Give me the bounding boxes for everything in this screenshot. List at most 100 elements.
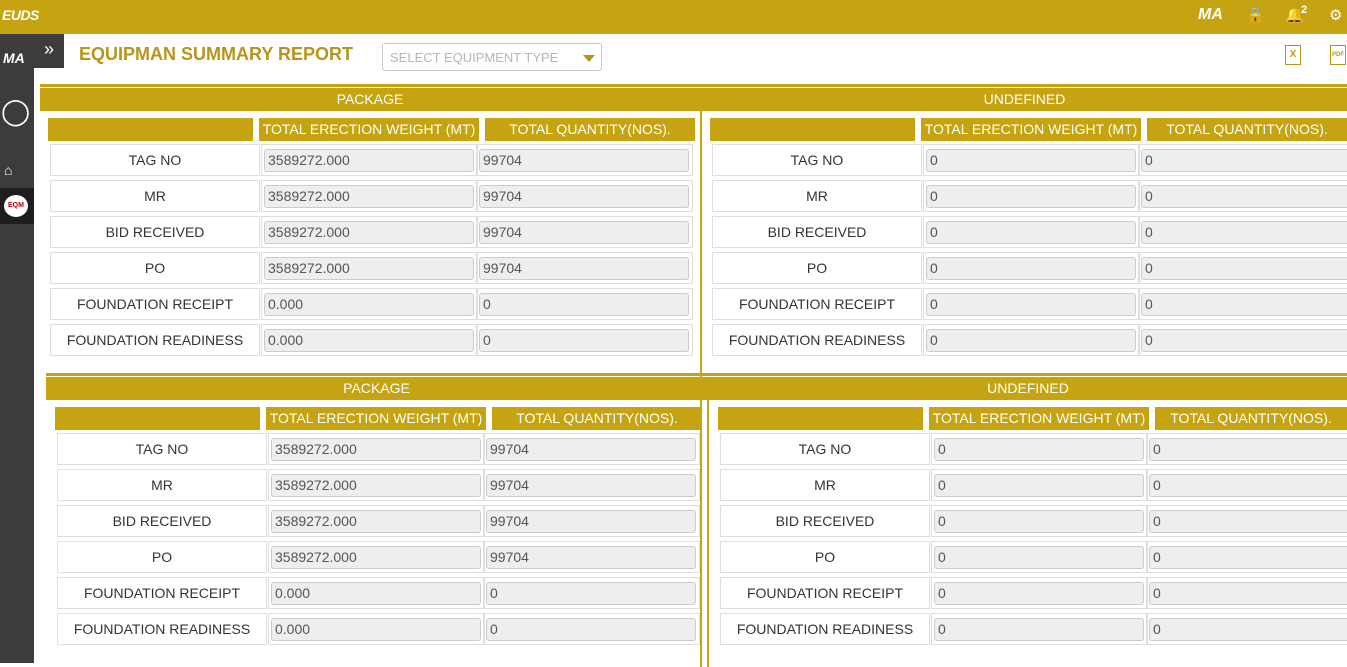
row-label: FOUNDATION RECEIPT — [712, 288, 922, 320]
row-label: PO — [57, 541, 267, 573]
weight-value-field[interactable]: 3589272.000 — [264, 149, 474, 172]
section-header-undefined: UNDEFINED — [709, 377, 1347, 400]
weight-value-field[interactable]: 3589272.000 — [271, 510, 481, 533]
col-header-weight: TOTAL ERECTION WEIGHT (MT) — [266, 407, 486, 430]
weight-value-field[interactable]: 3589272.000 — [264, 185, 474, 208]
qty-value-field[interactable]: 0 — [1149, 618, 1347, 641]
col-header-weight: TOTAL ERECTION WEIGHT (MT) — [921, 118, 1141, 141]
weight-value-field[interactable]: 0 — [926, 221, 1136, 244]
qty-value-field[interactable]: 0 — [479, 293, 689, 316]
row-label: FOUNDATION RECEIPT — [50, 288, 260, 320]
report-block: PACKAGE TOTAL ERECTION WEIGHT (MT) TOTAL Q… — [46, 373, 1347, 667]
qty-value-field[interactable]: 99704 — [486, 546, 696, 569]
support-headset-icon[interactable]: ◯ — [1, 96, 33, 132]
qty-value-field[interactable]: 0 — [1141, 293, 1347, 316]
weight-value-field[interactable]: 0 — [934, 510, 1144, 533]
grid-header-blank — [710, 118, 915, 141]
col-header-qty: TOTAL QUANTITY(NOS). — [1147, 118, 1347, 141]
qty-value-field[interactable]: 0 — [1149, 582, 1347, 605]
qty-value-field[interactable]: 99704 — [486, 474, 696, 497]
block-top-rule — [40, 84, 1347, 87]
weight-value-field[interactable]: 0 — [934, 582, 1144, 605]
weight-value-field[interactable]: 3589272.000 — [271, 474, 481, 497]
sidebar-item-eqm[interactable]: EQM — [0, 188, 34, 224]
weight-value-field[interactable]: 0 — [926, 293, 1136, 316]
row-label: FOUNDATION READINESS — [50, 324, 260, 356]
sidebar-toggle-button[interactable]: » — [34, 34, 64, 68]
pdf-export-icon[interactable]: PDF — [1330, 45, 1346, 65]
weight-value-field[interactable]: 0 — [926, 257, 1136, 280]
qty-value-field[interactable]: 99704 — [486, 438, 696, 461]
row-label: MR — [57, 469, 267, 501]
row-label: FOUNDATION RECEIPT — [720, 577, 930, 609]
sidebar-logo[interactable]: MA — [3, 50, 25, 66]
row-label: BID RECEIVED — [50, 216, 260, 248]
col-header-qty: TOTAL QUANTITY(NOS). — [1155, 407, 1347, 430]
qty-value-field[interactable]: 0 — [1141, 185, 1347, 208]
lock-icon[interactable]: 🔒 — [1246, 6, 1265, 24]
equipment-type-select[interactable]: SELECT EQUIPMENT TYPE — [382, 43, 602, 71]
weight-value-field[interactable]: 0 — [926, 149, 1136, 172]
weight-value-field[interactable]: 0 — [934, 546, 1144, 569]
col-header-weight: TOTAL ERECTION WEIGHT (MT) — [929, 407, 1149, 430]
qty-value-field[interactable]: 99704 — [479, 257, 689, 280]
row-label: FOUNDATION READINESS — [720, 613, 930, 645]
section-header-package: PACKAGE — [46, 377, 707, 400]
weight-value-field[interactable]: 0 — [934, 618, 1144, 641]
qty-value-field[interactable]: 99704 — [486, 510, 696, 533]
weight-value-field[interactable]: 0.000 — [271, 582, 481, 605]
row-label: PO — [720, 541, 930, 573]
col-header-weight: TOTAL ERECTION WEIGHT (MT) — [259, 118, 479, 141]
weight-value-field[interactable]: 0 — [934, 438, 1144, 461]
row-label: MR — [720, 469, 930, 501]
section-header-package: PACKAGE — [40, 88, 700, 111]
weight-value-field[interactable]: 3589272.000 — [264, 221, 474, 244]
top-bar: EUDS MA 🔒 🔔 2 ⚙ — [0, 0, 1347, 34]
qty-value-field[interactable]: 0 — [1141, 257, 1347, 280]
block-top-rule — [46, 373, 1347, 376]
settings-gear-icon[interactable]: ⚙ — [1329, 6, 1342, 24]
qty-value-field[interactable]: 0 — [1141, 329, 1347, 352]
weight-value-field[interactable]: 3589272.000 — [271, 438, 481, 461]
qty-value-field[interactable]: 0 — [1149, 510, 1347, 533]
notification-badge: 2 — [1301, 4, 1308, 16]
weight-value-field[interactable]: 0.000 — [264, 329, 474, 352]
row-label: TAG NO — [712, 144, 922, 176]
row-label: PO — [712, 252, 922, 284]
weight-value-field[interactable]: 0 — [934, 474, 1144, 497]
qty-value-field[interactable]: 0 — [479, 329, 689, 352]
qty-value-field[interactable]: 0 — [1149, 474, 1347, 497]
row-label: PO — [50, 252, 260, 284]
col-header-qty: TOTAL QUANTITY(NOS). — [492, 407, 702, 430]
qty-value-field[interactable]: 99704 — [479, 221, 689, 244]
row-label: BID RECEIVED — [57, 505, 267, 537]
row-label: MR — [50, 180, 260, 212]
home-icon[interactable]: ⌂ — [0, 155, 34, 185]
qty-value-field[interactable]: 0 — [486, 618, 696, 641]
excel-export-icon[interactable]: X — [1285, 45, 1301, 65]
user-logo[interactable]: MA — [1198, 6, 1223, 24]
qty-value-field[interactable]: 0 — [1141, 149, 1347, 172]
col-header-qty: TOTAL QUANTITY(NOS). — [485, 118, 695, 141]
row-label: BID RECEIVED — [720, 505, 930, 537]
weight-value-field[interactable]: 3589272.000 — [271, 546, 481, 569]
weight-value-field[interactable]: 3589272.000 — [264, 257, 474, 280]
row-label: TAG NO — [720, 433, 930, 465]
row-label: BID RECEIVED — [712, 216, 922, 248]
qty-value-field[interactable]: 0 — [1141, 221, 1347, 244]
weight-value-field[interactable]: 0.000 — [271, 618, 481, 641]
qty-value-field[interactable]: 99704 — [479, 149, 689, 172]
qty-value-field[interactable]: 99704 — [479, 185, 689, 208]
qty-value-field[interactable]: 0 — [486, 582, 696, 605]
qty-value-field[interactable]: 0 — [1149, 438, 1347, 461]
weight-value-field[interactable]: 0 — [926, 185, 1136, 208]
app-logo[interactable]: EUDS — [2, 7, 39, 23]
section-header-undefined: UNDEFINED — [702, 88, 1347, 111]
double-chevron-right-icon: » — [43, 39, 54, 59]
eqm-icon: EQM — [4, 195, 28, 217]
select-placeholder: SELECT EQUIPMENT TYPE — [390, 50, 559, 65]
weight-value-field[interactable]: 0 — [926, 329, 1136, 352]
weight-value-field[interactable]: 0.000 — [264, 293, 474, 316]
grid-header-blank — [718, 407, 923, 430]
qty-value-field[interactable]: 0 — [1149, 546, 1347, 569]
